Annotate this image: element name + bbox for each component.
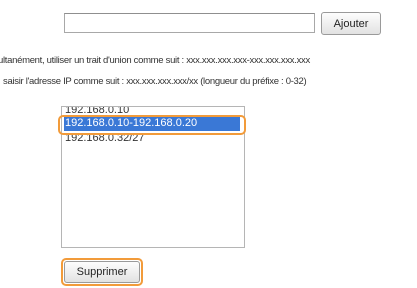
ip-address-input[interactable] [64, 13, 315, 33]
add-button[interactable]: Ajouter [321, 12, 381, 35]
range-format-hint: ultanément, utiliser un trait d'union co… [0, 55, 310, 66]
address-list[interactable]: 192.168.0.10 192.168.0.10-192.168.0.20 1… [61, 106, 245, 248]
address-list-item-selected[interactable]: 192.168.0.10-192.168.0.20 [64, 117, 240, 131]
address-list-item[interactable]: 192.168.0.32/27 [65, 132, 145, 145]
delete-button[interactable]: Supprimer [64, 261, 140, 283]
ip-address-settings-panel: Ajouter ultanément, utiliser un trait d'… [0, 0, 417, 288]
address-list-item[interactable]: 192.168.0.10 [65, 107, 129, 117]
prefix-format-hint: saisir l'adresse IP comme suit : xxx.xxx… [3, 76, 307, 87]
